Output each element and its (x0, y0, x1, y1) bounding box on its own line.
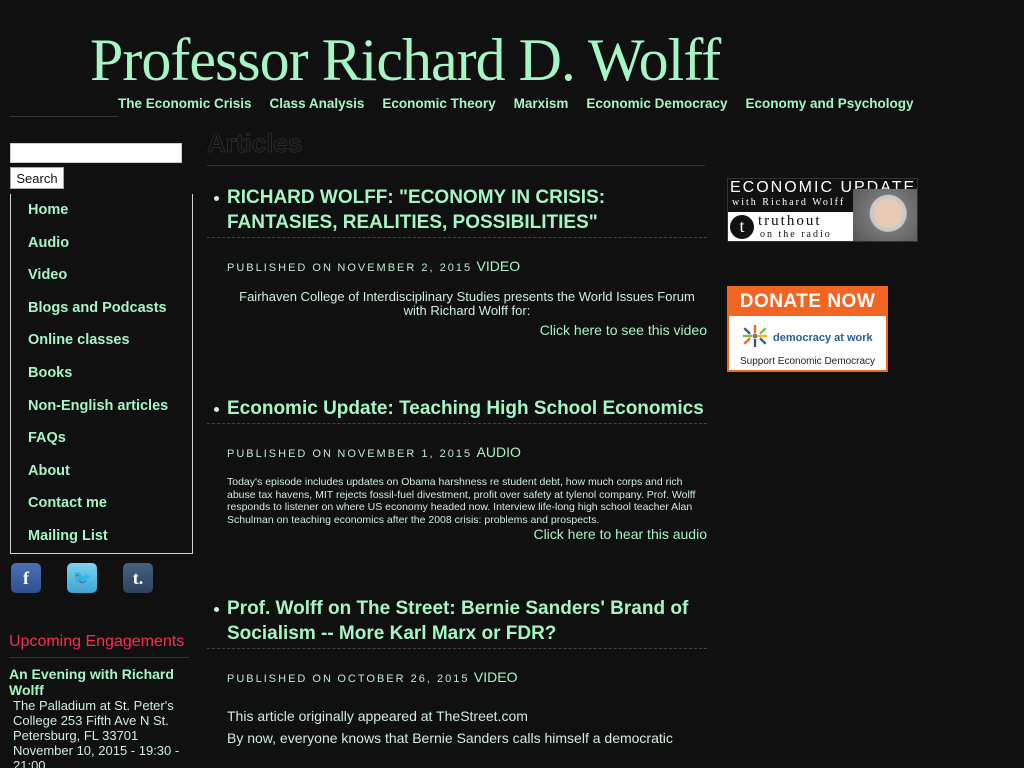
sidebar-item-online-classes[interactable]: Online classes (11, 331, 192, 364)
upcoming-engagements: Upcoming Engagements An Evening with Ric… (9, 633, 189, 768)
header-divider (10, 116, 118, 117)
sidebar-nav: Home Audio Video Blogs and Podcasts Onli… (10, 194, 193, 554)
banner-subtitle: with Richard Wolff (732, 197, 846, 208)
article-summary: Today's episode includes updates on Obam… (227, 476, 696, 526)
published-label: PUBLISHED ON (227, 262, 333, 274)
published-date: NOVEMBER 2, 2015 (337, 262, 473, 274)
sidebar-item-books[interactable]: Books (11, 364, 192, 397)
article-summary-line: This article originally appeared at TheS… (227, 708, 528, 724)
donate-label: DONATE NOW (729, 288, 886, 316)
donate-banner[interactable]: DONATE NOW democracy at work Support Eco… (727, 286, 888, 372)
article-item: Prof. Wolff on The Street: Bernie Sander… (207, 596, 707, 749)
sidebar-item-mailing-list[interactable]: Mailing List (11, 527, 192, 560)
economic-update-banner[interactable]: ECONOMIC UPDATE with Richard Wolff t tru… (727, 178, 918, 242)
main-content: Articles RICHARD WOLFF: "ECONOMY IN CRIS… (207, 128, 707, 749)
tumblr-icon[interactable]: t. (123, 563, 153, 593)
article-title-text[interactable]: RICHARD WOLFF: "ECONOMY IN CRISIS: FANTA… (227, 187, 605, 233)
social-links: f 🐦 t. (11, 563, 153, 593)
published-label: PUBLISHED ON (227, 448, 333, 460)
search-form: Search (10, 143, 182, 189)
article-item: RICHARD WOLFF: "ECONOMY IN CRISIS: FANTA… (207, 185, 707, 338)
on-the-radio-text: on the radio (760, 229, 832, 240)
democracy-at-work-text: democracy at work (773, 332, 873, 344)
engagement-title[interactable]: An Evening with Richard Wolff (9, 666, 189, 698)
article-item: Economic Update: Teaching High School Ec… (207, 396, 707, 542)
bullet-icon (214, 196, 219, 201)
published-date: OCTOBER 26, 2015 (337, 673, 470, 685)
truthout-wordmark: truthout (758, 213, 822, 229)
search-button[interactable]: Search (10, 167, 64, 189)
sidebar-item-non-english[interactable]: Non-English articles (11, 397, 192, 430)
right-sidebar: ECONOMIC UPDATE with Richard Wolff t tru… (727, 178, 918, 372)
sidebar-item-video[interactable]: Video (11, 266, 192, 299)
engagement-details: The Palladium at St. Peter's College 253… (13, 698, 180, 768)
bullet-icon (214, 407, 219, 412)
see-video-link[interactable]: Click here to see this video (207, 322, 707, 338)
top-nav-class-analysis[interactable]: Class Analysis (270, 96, 365, 111)
article-title-text[interactable]: Prof. Wolff on The Street: Bernie Sander… (227, 598, 688, 644)
search-input[interactable] (10, 143, 182, 163)
article-title[interactable]: Prof. Wolff on The Street: Bernie Sander… (207, 596, 707, 649)
top-nav-marxism[interactable]: Marxism (514, 96, 569, 111)
article-meta: PUBLISHED ON NOVEMBER 1, 2015 AUDIO (207, 444, 707, 462)
site-header: Professor Richard D. Wolff The Economic … (0, 0, 1024, 118)
article-title-text[interactable]: Economic Update: Teaching High School Ec… (227, 398, 704, 419)
article-summary-line: By now, everyone knows that Bernie Sande… (227, 730, 673, 746)
hear-audio-link[interactable]: Click here to hear this audio (207, 526, 707, 542)
bullet-icon (214, 607, 219, 612)
article-meta: PUBLISHED ON NOVEMBER 2, 2015 VIDEO (207, 258, 707, 276)
truthout-logo: t truthout on the radio (728, 212, 854, 241)
article-type[interactable]: AUDIO (477, 444, 521, 460)
article-summary: This article originally appeared at TheS… (207, 705, 707, 749)
truthout-t-icon: t (730, 215, 754, 239)
site-title[interactable]: Professor Richard D. Wolff (90, 26, 721, 95)
sidebar-item-home[interactable]: Home (11, 201, 192, 234)
sidebar-item-blogs-podcasts[interactable]: Blogs and Podcasts (11, 299, 192, 332)
twitter-icon[interactable]: 🐦 (67, 563, 97, 593)
article-type[interactable]: VIDEO (477, 258, 521, 274)
sidebar-item-faqs[interactable]: FAQs (11, 429, 192, 462)
article-title[interactable]: Economic Update: Teaching High School Ec… (207, 396, 707, 424)
facebook-icon[interactable]: f (11, 563, 41, 593)
support-economic-democracy-text: Support Economic Democracy (739, 356, 876, 367)
top-nav-economic-democracy[interactable]: Economic Democracy (586, 96, 727, 111)
top-nav-economic-crisis[interactable]: The Economic Crisis (118, 96, 252, 111)
article-summary: Fairhaven College of Interdisciplinary S… (239, 289, 695, 318)
published-label: PUBLISHED ON (227, 673, 333, 685)
top-nav: The Economic Crisis Class Analysis Econo… (118, 96, 914, 111)
top-nav-economy-psychology[interactable]: Economy and Psychology (745, 96, 913, 111)
top-nav-economic-theory[interactable]: Economic Theory (382, 96, 495, 111)
published-date: NOVEMBER 1, 2015 (337, 448, 473, 460)
article-type[interactable]: VIDEO (474, 669, 518, 685)
sidebar-item-audio[interactable]: Audio (11, 234, 192, 267)
article-title[interactable]: RICHARD WOLFF: "ECONOMY IN CRISIS: FANTA… (207, 185, 707, 238)
sidebar-item-about[interactable]: About (11, 462, 192, 495)
sidebar-item-contact[interactable]: Contact me (11, 494, 192, 527)
article-meta: PUBLISHED ON OCTOBER 26, 2015 VIDEO (207, 669, 707, 687)
democracy-at-work-logo-icon (743, 325, 767, 347)
page-title: Articles (207, 128, 705, 166)
engagements-heading: Upcoming Engagements (9, 633, 189, 658)
host-photo (853, 189, 917, 241)
